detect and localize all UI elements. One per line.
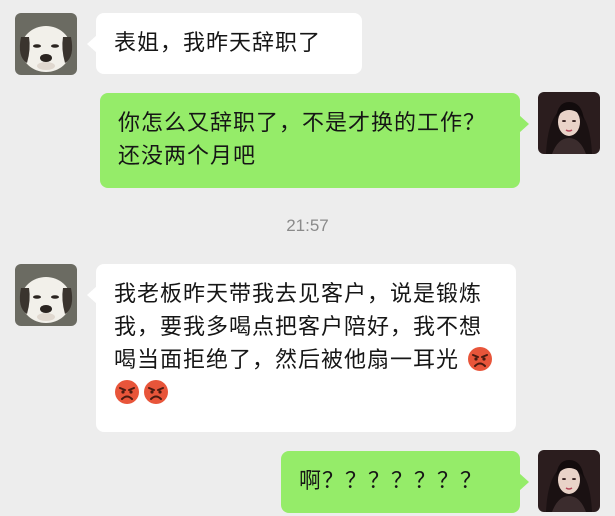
message-bubble[interactable]: 你怎么又辞职了，不是才换的工作？还没两个月吧 xyxy=(100,93,529,188)
contact-avatar[interactable] xyxy=(15,264,77,326)
contact-avatar[interactable] xyxy=(15,13,77,75)
message-text: 我老板昨天带我去见客户，说是锻炼我，要我多喝点把客户陪好，我不想喝当面拒绝了，然… xyxy=(114,282,483,373)
message-text: 表姐，我昨天辞职了 xyxy=(114,31,322,56)
angry-face-icon xyxy=(144,380,168,404)
angry-face-icon xyxy=(115,380,139,404)
person-avatar-icon xyxy=(538,92,600,154)
dog-avatar-icon xyxy=(15,264,77,326)
person-avatar-icon xyxy=(538,450,600,512)
dog-avatar-icon xyxy=(15,13,77,75)
my-avatar[interactable] xyxy=(538,92,600,154)
message-bubble[interactable]: 啊？？？？？？？ xyxy=(281,451,529,513)
message-text: 你怎么又辞职了，不是才换的工作？还没两个月吧 xyxy=(118,111,487,169)
message-bubble[interactable]: 表姐，我昨天辞职了 xyxy=(87,13,362,74)
my-avatar[interactable] xyxy=(538,450,600,512)
angry-face-icon xyxy=(468,347,493,371)
chat-timestamp: 21:57 xyxy=(286,216,329,235)
message-bubble[interactable]: 我老板昨天带我去见客户，说是锻炼我，要我多喝点把客户陪好，我不想喝当面拒绝了，然… xyxy=(87,264,516,432)
message-text: 啊？？？？？？？ xyxy=(299,469,484,494)
